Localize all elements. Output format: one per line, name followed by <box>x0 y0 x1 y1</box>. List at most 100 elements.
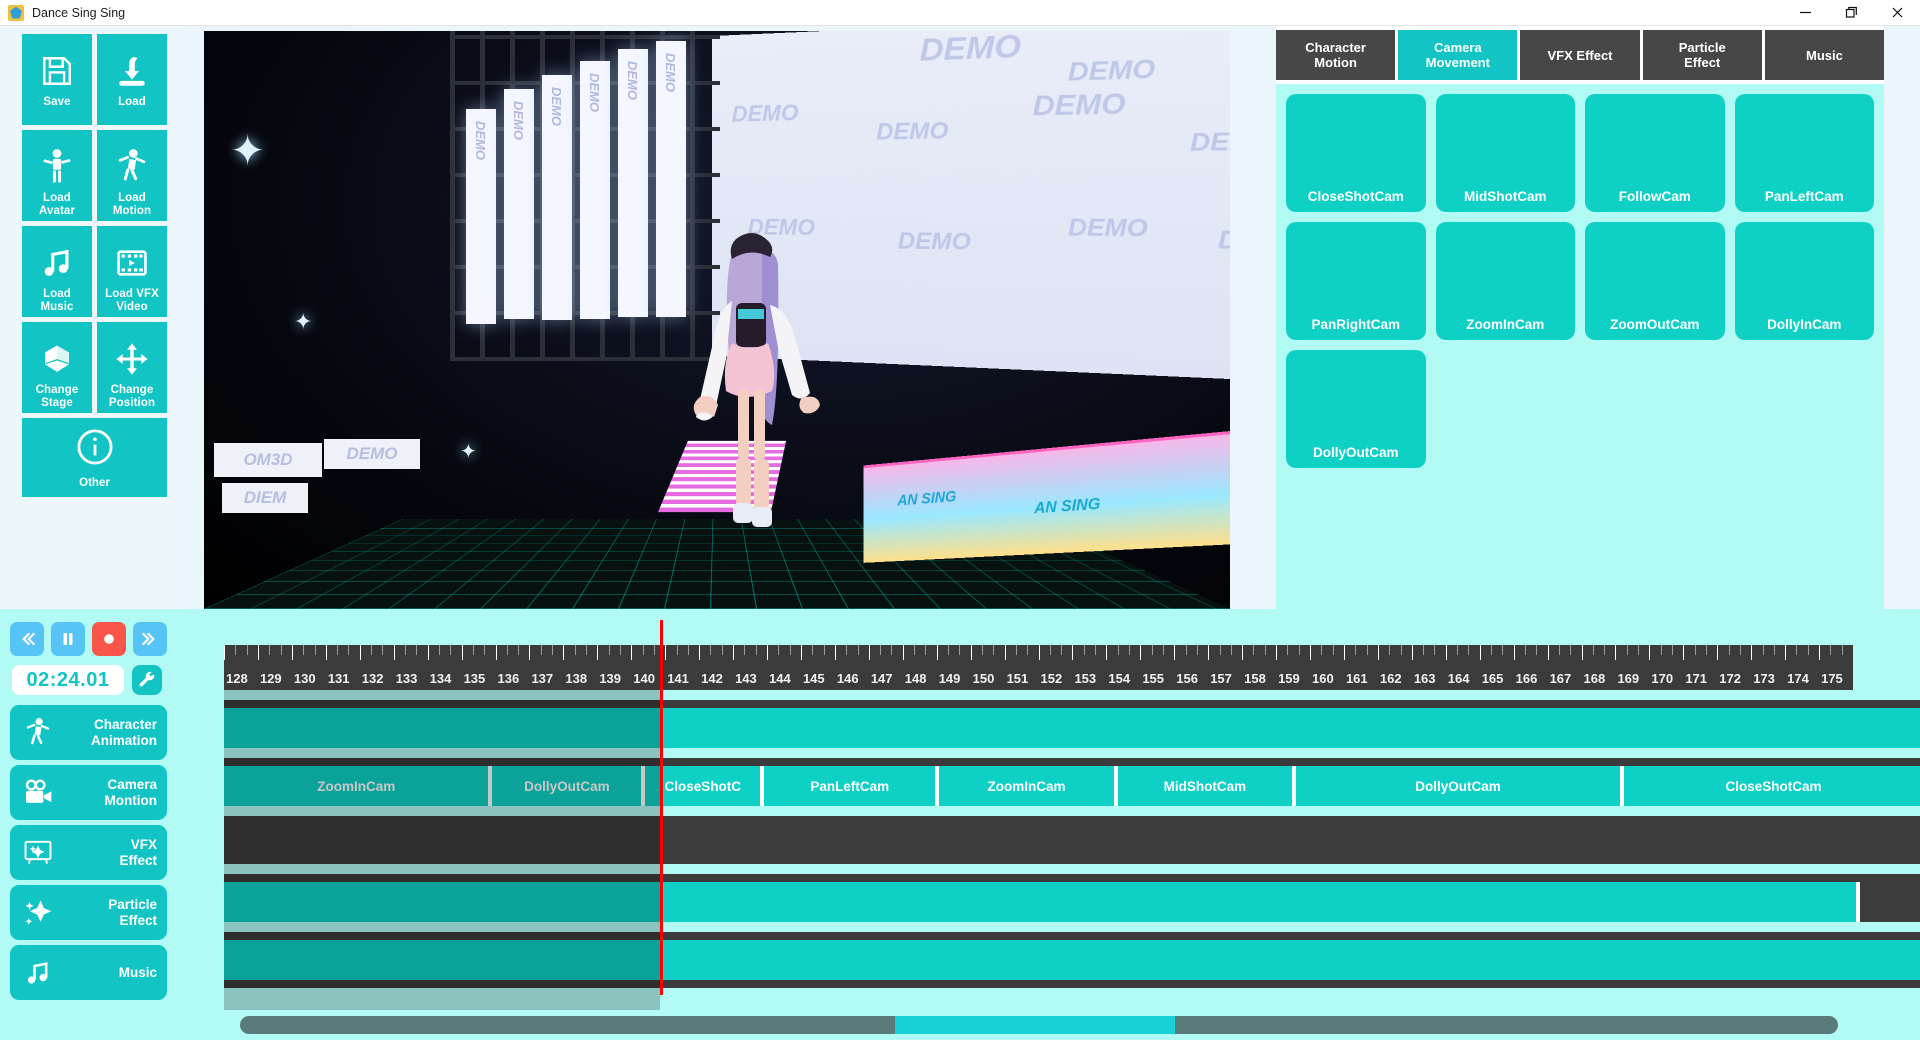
preset-pan-right-cam[interactable]: PanRightCam <box>1286 222 1426 340</box>
ruler-subtick <box>1401 645 1402 655</box>
ruler-tick <box>1378 645 1379 660</box>
timeline-scrollbar-thumb[interactable] <box>895 1016 1175 1034</box>
load-vfx-video-button[interactable]: Load VFXVideo <box>97 226 167 317</box>
save-button[interactable]: Save <box>22 34 92 125</box>
ruler-label: 162 <box>1380 671 1402 686</box>
maximize-button[interactable] <box>1828 0 1874 26</box>
ruler-label: 150 <box>973 671 995 686</box>
ruler-subtick <box>643 645 644 655</box>
change-stage-button[interactable]: ChangeStage <box>22 322 92 413</box>
ruler-subtick <box>1287 645 1288 655</box>
track-header-strip <box>224 700 1920 708</box>
ruler-subtick <box>281 645 282 655</box>
timeline-clip[interactable]: CloseShotC <box>645 766 764 806</box>
preset-zoom-out-cam[interactable]: ZoomOutCam <box>1585 222 1725 340</box>
timeline-clip[interactable]: CloseShotCam <box>1624 766 1920 806</box>
preset-dolly-in-cam[interactable]: DollyInCam <box>1735 222 1875 340</box>
timeline-ruler[interactable]: 1281291301311321331341351361371381391401… <box>224 645 1853 690</box>
character-animation-track[interactable] <box>224 708 1920 748</box>
ruler-subtick <box>1842 645 1843 655</box>
timeline-clip[interactable]: PanLeftCam <box>764 766 939 806</box>
track-spacer <box>224 690 1920 700</box>
load-avatar-button[interactable]: LoadAvatar <box>22 130 92 221</box>
ruler-label: 145 <box>803 671 825 686</box>
record-button[interactable] <box>92 622 126 656</box>
ruler-tick <box>1039 645 1040 660</box>
ruler-label: 156 <box>1176 671 1198 686</box>
category-character-animation[interactable]: CharacterAnimation <box>10 705 167 760</box>
ruler-subtick <box>1084 645 1085 655</box>
other-button[interactable]: Other <box>22 418 167 497</box>
ruler-tick <box>1514 645 1515 660</box>
timecode-display[interactable]: 02:24.01 <box>12 665 124 695</box>
ruler-subtick <box>1661 645 1662 655</box>
ruler-label: 159 <box>1278 671 1300 686</box>
pause-button[interactable] <box>51 622 85 656</box>
preset-dolly-out-cam[interactable]: DollyOutCam <box>1286 350 1426 468</box>
load-avatar-label: LoadAvatar <box>39 192 75 217</box>
ruler-subtick <box>1163 645 1164 655</box>
timeline-clip[interactable]: MidShotCam <box>1118 766 1296 806</box>
stage-viewport[interactable]: ✦ ✦ ✦ ✦ DEMO DEMO DEMO DEMO DEMO DEMO DE… <box>204 31 1230 609</box>
rewind-button[interactable] <box>10 622 44 656</box>
vfx-effect-track[interactable] <box>224 824 1920 864</box>
ruler-subtick <box>1627 645 1628 655</box>
ruler-subtick <box>1457 645 1458 655</box>
tab-character-motion[interactable]: CharacterMotion <box>1276 30 1395 80</box>
ruler-subtick <box>959 645 960 655</box>
preset-follow-cam[interactable]: FollowCam <box>1585 94 1725 212</box>
ruler-label: 143 <box>735 671 757 686</box>
close-button[interactable] <box>1874 0 1920 26</box>
preset-zoom-in-cam[interactable]: ZoomInCam <box>1436 222 1576 340</box>
change-position-button[interactable]: ChangePosition <box>97 322 167 413</box>
ruler-label: 169 <box>1617 671 1639 686</box>
category-particle-effect[interactable]: ParticleEffect <box>10 885 167 940</box>
track-footer-strip <box>224 980 1920 988</box>
ruler-label: 134 <box>430 671 452 686</box>
ruler-subtick <box>1118 645 1119 655</box>
category-vfx-effect[interactable]: VFXEffect <box>10 825 167 880</box>
preset-close-shot-cam[interactable]: CloseShotCam <box>1286 94 1426 212</box>
music-track[interactable] <box>224 940 1920 980</box>
ruler-subtick <box>1220 645 1221 655</box>
load-button[interactable]: Load <box>97 34 167 125</box>
category-music[interactable]: Music <box>10 945 167 1000</box>
timeline-clip[interactable]: ZoomInCam <box>224 766 492 806</box>
timeline-clip[interactable]: ZoomInCam <box>939 766 1117 806</box>
tab-music[interactable]: Music <box>1765 30 1884 80</box>
track-header-strip <box>224 816 1920 824</box>
ruler-subtick <box>756 645 757 655</box>
track-clip[interactable] <box>224 940 1920 980</box>
load-motion-button[interactable]: LoadMotion <box>97 130 167 221</box>
ruler-label: 161 <box>1346 671 1368 686</box>
preset-pan-left-cam[interactable]: PanLeftCam <box>1735 94 1875 212</box>
ruler-subtick <box>891 645 892 655</box>
ruler-tick <box>1310 645 1311 660</box>
ruler-subtick <box>507 645 508 655</box>
preset-mid-shot-cam[interactable]: MidShotCam <box>1436 94 1576 212</box>
category-camera-motion[interactable]: CameraMontion <box>10 765 167 820</box>
ruler-subtick <box>710 645 711 655</box>
load-motion-label: LoadMotion <box>113 192 151 217</box>
ruler-subtick <box>1152 645 1153 655</box>
load-music-button[interactable]: LoadMusic <box>22 226 92 317</box>
tab-vfx-effect[interactable]: VFX Effect <box>1520 30 1639 80</box>
timeline-scrollbar[interactable] <box>240 1016 1838 1034</box>
minimize-button[interactable] <box>1782 0 1828 26</box>
camera-movement-track[interactable]: ZoomInCamDollyOutCamCloseShotCPanLeftCam… <box>224 766 1920 806</box>
ruler-subtick <box>552 645 553 655</box>
particle-effect-track[interactable] <box>224 882 1920 922</box>
track-clip[interactable] <box>224 882 1860 922</box>
tool-row-4: ChangeStage ChangePosition <box>22 322 168 413</box>
tab-particle-effect[interactable]: ParticleEffect <box>1643 30 1762 80</box>
timeline-clip[interactable]: DollyOutCam <box>1296 766 1624 806</box>
window-titlebar: Dance Sing Sing <box>0 0 1920 26</box>
track-clip[interactable] <box>224 708 1920 748</box>
tab-camera-movement[interactable]: CameraMovement <box>1398 30 1517 80</box>
wrench-icon[interactable] <box>132 665 162 695</box>
ruler-tick <box>1751 645 1752 660</box>
playhead[interactable] <box>660 620 663 995</box>
fast-forward-button[interactable] <box>133 622 167 656</box>
floppy-disk-icon <box>40 48 74 94</box>
timeline-clip[interactable]: DollyOutCam <box>492 766 645 806</box>
